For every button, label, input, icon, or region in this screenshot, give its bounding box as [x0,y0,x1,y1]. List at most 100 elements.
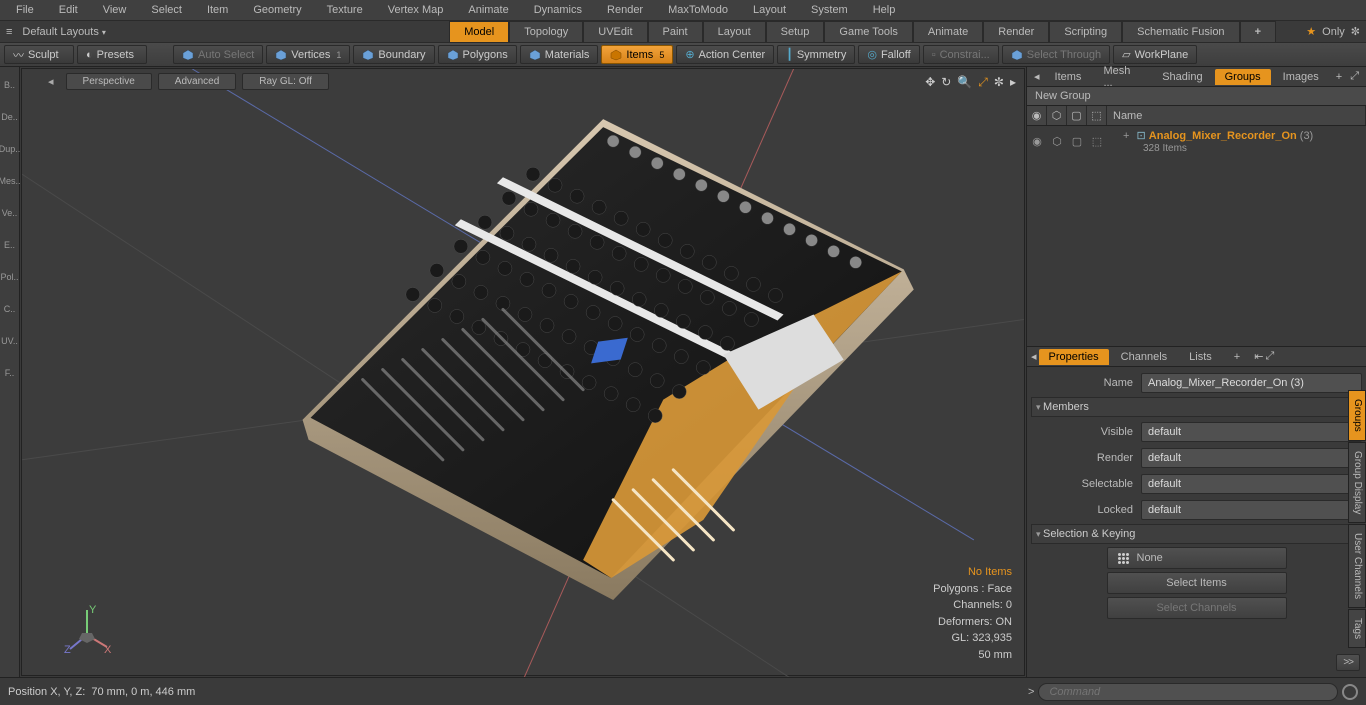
selectthrough-button[interactable]: Select Through [1002,45,1110,64]
add-icon[interactable]: + [1333,71,1345,83]
forward-button[interactable]: >> [1336,654,1360,671]
menu-edit[interactable]: Edit [47,2,90,18]
constraints-button[interactable]: ▫Constrai... [923,45,999,64]
tab-groups[interactable]: Groups [1215,69,1271,85]
tab-lists[interactable]: Lists [1179,349,1222,365]
tab-gametools[interactable]: Game Tools [824,21,913,42]
name-field[interactable] [1141,373,1362,393]
menu-vertexmap[interactable]: Vertex Map [376,2,456,18]
group-row[interactable]: ◉ ⬡ ▢ ⬚ + ⊡ Analog_Mixer_Recorder_On (3)… [1027,126,1366,156]
col-render-icon[interactable]: ⬡ [1047,106,1067,125]
side-tab-userchannels[interactable]: User Channels [1348,524,1366,608]
viewport-3d[interactable]: ◂ Perspective Advanced Ray GL: Off ✥ ↻ 🔍… [21,68,1025,676]
section-selection-keying[interactable]: Selection & Keying [1031,524,1362,544]
falloff-button[interactable]: ◎Falloff [858,45,919,64]
tab-items[interactable]: Items [1045,69,1092,85]
tab-channels[interactable]: Channels [1111,349,1177,365]
expand-icon[interactable]: ⤢ [1347,70,1362,83]
layout-hamburger-icon[interactable]: ≡ [6,26,12,38]
left-tab[interactable]: Pol.. [0,263,18,291]
select-items-button[interactable]: Select Items [1107,572,1287,594]
menu-item[interactable]: Item [195,2,240,18]
col-vis-icon[interactable]: ◉ [1027,106,1047,125]
side-tab-groups[interactable]: Groups [1348,390,1366,441]
command-input[interactable] [1038,683,1338,701]
menu-select[interactable]: Select [139,2,194,18]
selectable-dropdown[interactable]: default [1141,474,1362,494]
menu-view[interactable]: View [91,2,139,18]
section-members[interactable]: Members [1031,397,1362,417]
chevron-right-icon[interactable]: ▸ [1010,75,1016,90]
workplane-button[interactable]: ▱WorkPlane [1113,45,1197,64]
star-icon[interactable]: ★ [1306,25,1316,38]
sculpt-button[interactable]: 〰Sculpt [4,45,74,64]
left-tab[interactable]: De.. [1,103,18,131]
tab-add[interactable]: + [1224,349,1250,365]
vertices-button[interactable]: Vertices1 [266,45,350,64]
side-tab-groupdisplay[interactable]: Group Display [1348,442,1366,523]
left-tab[interactable]: Mes.. [0,167,21,195]
select-channels-button[interactable]: Select Channels [1107,597,1287,619]
axis-gizmo[interactable]: Y X Z [62,605,112,655]
tab-shading[interactable]: Shading [1152,69,1212,85]
tab-layout[interactable]: Layout [703,21,766,42]
tab-uvedit[interactable]: UVEdit [583,21,647,42]
group-name-cell[interactable]: + ⊡ Analog_Mixer_Recorder_On (3) 328 Ite… [1107,129,1366,154]
left-tab[interactable]: UV.. [1,327,18,355]
col-name[interactable]: Name [1107,106,1366,125]
expand-icon[interactable]: ⤢ [1265,350,1274,363]
menu-animate[interactable]: Animate [456,2,520,18]
symmetry-button[interactable]: ┃Symmetry [777,45,855,64]
orbit-icon[interactable]: ↻ [941,75,951,90]
menu-system[interactable]: System [799,2,860,18]
viewport-camera-dropdown[interactable]: Perspective [66,73,152,90]
groups-body[interactable]: ◉ ⬡ ▢ ⬚ + ⊡ Analog_Mixer_Recorder_On (3)… [1027,126,1366,346]
maximize-icon[interactable]: ⤢ [978,75,988,90]
presets-button[interactable]: ◐Presets [77,45,147,64]
row-sel-icon[interactable]: ▢ [1067,135,1087,148]
row-vis-icon[interactable]: ◉ [1027,135,1047,148]
row-lock-icon[interactable]: ⬚ [1087,135,1107,148]
autoselect-button[interactable]: Auto Select [173,45,263,64]
menu-maxtomodo[interactable]: MaxToModo [656,2,740,18]
menu-dynamics[interactable]: Dynamics [522,2,594,18]
left-tab[interactable]: Ve.. [2,199,18,227]
tab-animate[interactable]: Animate [913,21,983,42]
none-button[interactable]: None [1107,547,1287,569]
left-tab[interactable]: C.. [4,295,16,323]
layout-dropdown[interactable]: Default Layouts ▾ [22,26,106,38]
left-tab[interactable]: Dup.. [0,135,20,163]
menu-file[interactable]: File [4,2,46,18]
tab-paint[interactable]: Paint [648,21,703,42]
tab-images[interactable]: Images [1273,69,1329,85]
locked-dropdown[interactable]: default [1141,500,1362,520]
left-tab[interactable]: B.. [4,71,15,99]
row-render-icon[interactable]: ⬡ [1047,135,1067,148]
gear-icon[interactable]: ✼ [1351,25,1360,38]
menu-layout[interactable]: Layout [741,2,798,18]
tab-render[interactable]: Render [983,21,1049,42]
left-tab[interactable]: F.. [5,359,15,387]
materials-button[interactable]: Materials [520,45,599,64]
boundary-button[interactable]: Boundary [353,45,434,64]
menu-help[interactable]: Help [861,2,908,18]
tab-add[interactable]: + [1240,21,1276,42]
collapse-icon[interactable]: ⇤ [1254,350,1263,363]
render-dropdown[interactable]: default [1141,448,1362,468]
expand-plus-icon[interactable]: + [1123,130,1129,142]
new-group-button[interactable]: New Group [1027,87,1366,106]
actioncenter-button[interactable]: ⊕Action Center [676,45,774,64]
visible-dropdown[interactable]: default [1141,422,1362,442]
menu-texture[interactable]: Texture [315,2,375,18]
tab-setup[interactable]: Setup [766,21,825,42]
items-button[interactable]: Items5 [601,45,673,64]
tab-properties[interactable]: Properties [1039,349,1109,365]
viewport-prev[interactable]: ◂ [42,73,60,90]
chevron-left-icon[interactable]: ◂ [1031,70,1043,83]
tab-schematic[interactable]: Schematic Fusion [1122,21,1239,42]
col-sel-icon[interactable]: ▢ [1067,106,1087,125]
pan-icon[interactable]: ✥ [925,75,935,90]
polygons-button[interactable]: Polygons [438,45,517,64]
only-label[interactable]: Only [1322,26,1345,38]
viewport-raygl-dropdown[interactable]: Ray GL: Off [242,73,329,90]
